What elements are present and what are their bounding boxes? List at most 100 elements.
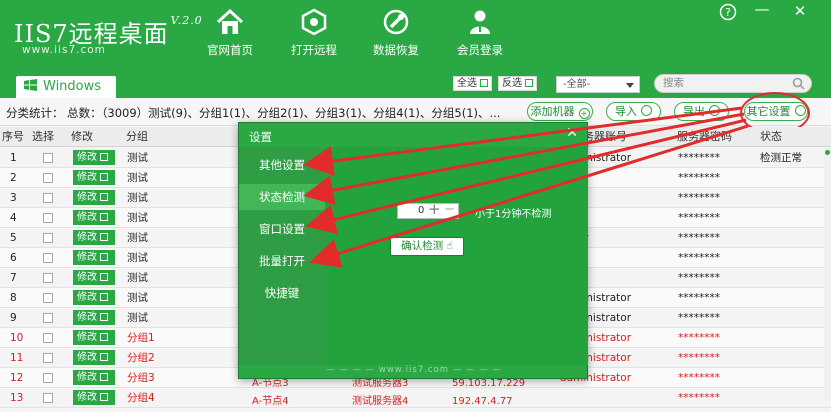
row-edit-button[interactable]: 修改 (73, 350, 115, 365)
row-edit-button[interactable]: 修改 (73, 290, 115, 305)
nav-home-label: 官网首页 (207, 43, 253, 57)
row-group: 测试 (127, 212, 148, 224)
export-button[interactable]: 导出 (674, 102, 729, 121)
plus-icon[interactable]: + (428, 202, 441, 217)
remote-open-icon (301, 8, 327, 36)
interval-hint: 小于1分钟不检测 (475, 209, 552, 220)
row-password: ******** (678, 332, 720, 344)
row-password: ******** (678, 292, 720, 304)
col-header-edit[interactable]: 修改 (71, 127, 93, 147)
interval-stepper[interactable]: 0 + − (397, 202, 459, 219)
menu-status-check[interactable]: 状态检测 (239, 184, 325, 210)
tab-windows[interactable]: Windows (16, 76, 116, 98)
row-checkbox[interactable] (43, 393, 53, 403)
search-icon[interactable] (792, 77, 805, 90)
row-edit-button[interactable]: 修改 (73, 390, 115, 405)
row-edit-button[interactable]: 修改 (73, 330, 115, 345)
add-machine-button[interactable]: 添加机器 + (527, 102, 593, 121)
app-url: www.iis7.com (22, 44, 106, 56)
close-button[interactable]: ✕ (790, 2, 810, 20)
group-select[interactable]: -全部- (556, 76, 640, 93)
row-password: ******** (678, 152, 720, 164)
wrench-icon (383, 9, 409, 35)
col-header-status[interactable]: 状态 (760, 127, 782, 147)
col-header-password[interactable]: 服务器密码 (677, 127, 732, 147)
row-group: 分组2 (127, 352, 155, 364)
import-icon (641, 105, 652, 116)
row-edit-button[interactable]: 修改 (73, 310, 115, 325)
minimize-button[interactable]: — (752, 0, 772, 18)
col-header-group[interactable]: 分组 (126, 127, 148, 147)
group-select-value: -全部- (563, 79, 591, 90)
row-password: ******** (678, 252, 720, 264)
row-checkbox[interactable] (43, 173, 53, 183)
menu-batch-open[interactable]: 批量打开 (239, 248, 325, 274)
row-checkbox[interactable] (43, 253, 53, 263)
col-header-select[interactable]: 选择 (32, 127, 54, 147)
row-password: ******** (678, 392, 720, 404)
menu-shortcuts[interactable]: 快捷键 (239, 280, 325, 306)
row-checkbox[interactable] (43, 153, 53, 163)
row-checkbox[interactable] (43, 273, 53, 283)
edit-icon (100, 173, 108, 181)
row-edit-button[interactable]: 修改 (73, 230, 115, 245)
edit-icon (100, 153, 108, 161)
row-edit-button[interactable]: 修改 (73, 150, 115, 165)
select-all-button[interactable]: 全选 (453, 76, 492, 91)
search-placeholder: 搜索 (663, 77, 684, 89)
dialog-close-button[interactable]: ✕ (566, 125, 578, 141)
menu-other-settings[interactable]: 其他设置 (239, 152, 325, 178)
row-edit-label: 修改 (77, 212, 97, 223)
scrollbar[interactable] (824, 147, 831, 400)
row-edit-button[interactable]: 修改 (73, 250, 115, 265)
row-checkbox[interactable] (43, 353, 53, 363)
row-edit-label: 修改 (77, 172, 97, 183)
search-input[interactable]: 搜索 (654, 74, 812, 93)
row-group: 测试 (127, 152, 148, 164)
row-checkbox[interactable] (43, 213, 53, 223)
invert-select-button[interactable]: 反选 (498, 76, 537, 91)
scrollbar-thumb[interactable] (825, 150, 830, 155)
nav-home-button[interactable]: 官网首页 (192, 8, 268, 62)
row-checkbox[interactable] (43, 313, 53, 323)
row-group: 测试 (127, 292, 148, 304)
table-row[interactable]: 13 修改 分组4 ******** (0, 388, 831, 408)
dropdown-arrow-icon (626, 83, 634, 88)
nav-remote-label: 打开远程 (291, 43, 337, 57)
row-checkbox[interactable] (43, 333, 53, 343)
checkbox-icon (480, 79, 488, 87)
row-edit-button[interactable]: 修改 (73, 210, 115, 225)
confirm-check-button[interactable]: 确认检测 ☝ (390, 237, 464, 256)
nav-recovery-button[interactable]: 数据恢复 (358, 8, 434, 62)
minus-icon[interactable]: − (444, 203, 455, 217)
nav-login-button[interactable]: 会员登录 (442, 8, 518, 62)
row-checkbox[interactable] (43, 193, 53, 203)
help-icon[interactable]: ? (718, 3, 738, 25)
row-13-node: A-节点4 (252, 396, 289, 407)
row-edit-label: 修改 (77, 192, 97, 203)
row-edit-button[interactable]: 修改 (73, 170, 115, 185)
row-number: 6 (10, 252, 17, 264)
nav-remote-button[interactable]: 打开远程 (276, 8, 352, 62)
row-password: ******** (678, 172, 720, 184)
row-checkbox[interactable] (43, 233, 53, 243)
row-number: 10 (10, 332, 24, 344)
windows-icon (24, 79, 37, 91)
export-icon (709, 105, 720, 116)
row-edit-button[interactable]: 修改 (73, 370, 115, 385)
row-checkbox[interactable] (43, 373, 53, 383)
row-edit-label: 修改 (77, 392, 97, 403)
menu-window-settings[interactable]: 窗口设置 (239, 216, 325, 242)
row-edit-button[interactable]: 修改 (73, 270, 115, 285)
row-edit-label: 修改 (77, 372, 97, 383)
edit-icon (100, 253, 108, 261)
confirm-check-label: 确认检测 (401, 240, 444, 252)
import-button[interactable]: 导入 (606, 102, 661, 121)
row-password: ******** (678, 272, 720, 284)
edit-icon (100, 333, 108, 341)
checkbox-icon (525, 79, 533, 87)
row-checkbox[interactable] (43, 293, 53, 303)
row-edit-button[interactable]: 修改 (73, 190, 115, 205)
col-header-no[interactable]: 序号 (2, 127, 24, 147)
svg-text:?: ? (725, 6, 731, 19)
